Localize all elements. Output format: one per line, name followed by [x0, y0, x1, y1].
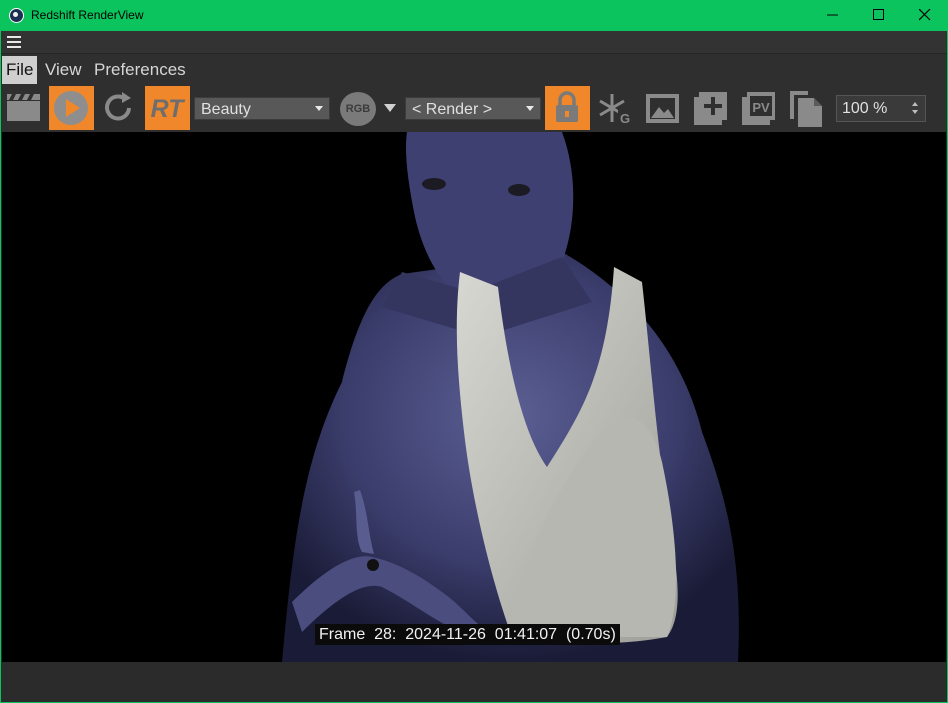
- image-icon: [646, 94, 679, 123]
- background-image-button[interactable]: [642, 86, 684, 130]
- frame-info-label: Frame 28: 2024-11-26 01:41:07 (0.70s): [315, 624, 620, 645]
- menu-preferences[interactable]: Preferences: [90, 56, 190, 84]
- close-icon: [919, 9, 931, 21]
- hamburger-menu-icon[interactable]: [7, 36, 21, 48]
- picture-viewer-button[interactable]: PV: [738, 86, 780, 130]
- play-icon: [54, 91, 88, 125]
- pv-label: PV: [752, 100, 770, 115]
- minimize-icon: [827, 14, 838, 16]
- start-render-button[interactable]: [49, 86, 94, 130]
- window-title: Redshift RenderView: [31, 8, 144, 22]
- menu-view[interactable]: View: [41, 56, 86, 84]
- lock-button[interactable]: [545, 86, 590, 130]
- lock-icon: [556, 91, 578, 122]
- title-bar: Redshift RenderView: [0, 0, 948, 31]
- render-sequence-button[interactable]: [4, 86, 44, 130]
- maximize-button[interactable]: [856, 0, 902, 31]
- rt-icon: RT: [151, 95, 187, 123]
- copy-icon: [790, 91, 822, 127]
- menu-bar: File View Preferences: [0, 54, 948, 86]
- window-border-left: [0, 31, 1, 703]
- camera-select[interactable]: < Render >: [405, 97, 541, 120]
- svg-text:G: G: [620, 111, 630, 126]
- freeze-geometry-button[interactable]: G: [594, 86, 636, 130]
- menu-file[interactable]: File: [2, 56, 38, 84]
- channel-dropdown-arrow-icon[interactable]: [384, 104, 396, 112]
- zoom-spinbox[interactable]: 100 %: [836, 95, 926, 122]
- status-bar: [0, 662, 948, 703]
- close-button[interactable]: [902, 0, 948, 31]
- add-snapshot-icon: [694, 92, 727, 125]
- rendered-image: [282, 132, 739, 662]
- snowflake-g-icon: G: [599, 94, 632, 126]
- chevron-down-icon: [315, 106, 323, 111]
- refresh-button[interactable]: [98, 86, 140, 130]
- minimize-button[interactable]: [810, 0, 856, 31]
- rt-mode-button[interactable]: RT: [145, 86, 190, 130]
- aov-select[interactable]: Beauty: [194, 97, 330, 120]
- aov-select-value: Beauty: [201, 101, 251, 118]
- maximize-icon: [873, 9, 884, 20]
- render-viewport[interactable]: Frame 28: 2024-11-26 01:41:07 (0.70s): [2, 132, 946, 662]
- spinner-arrows-icon[interactable]: [912, 100, 918, 116]
- add-snapshot-button[interactable]: [690, 86, 732, 130]
- rgb-channel-button[interactable]: RGB: [340, 92, 376, 126]
- zoom-value: 100 %: [842, 100, 888, 117]
- clapperboard-icon: [7, 94, 40, 121]
- redshift-logo-icon: [9, 8, 24, 23]
- hamburger-row: [0, 31, 948, 54]
- pv-icon: PV: [742, 92, 775, 125]
- refresh-icon: [105, 92, 131, 121]
- chevron-down-icon: [526, 106, 534, 111]
- copy-button[interactable]: [786, 86, 828, 130]
- rt-label: RT: [151, 95, 187, 123]
- camera-select-value: < Render >: [412, 101, 493, 118]
